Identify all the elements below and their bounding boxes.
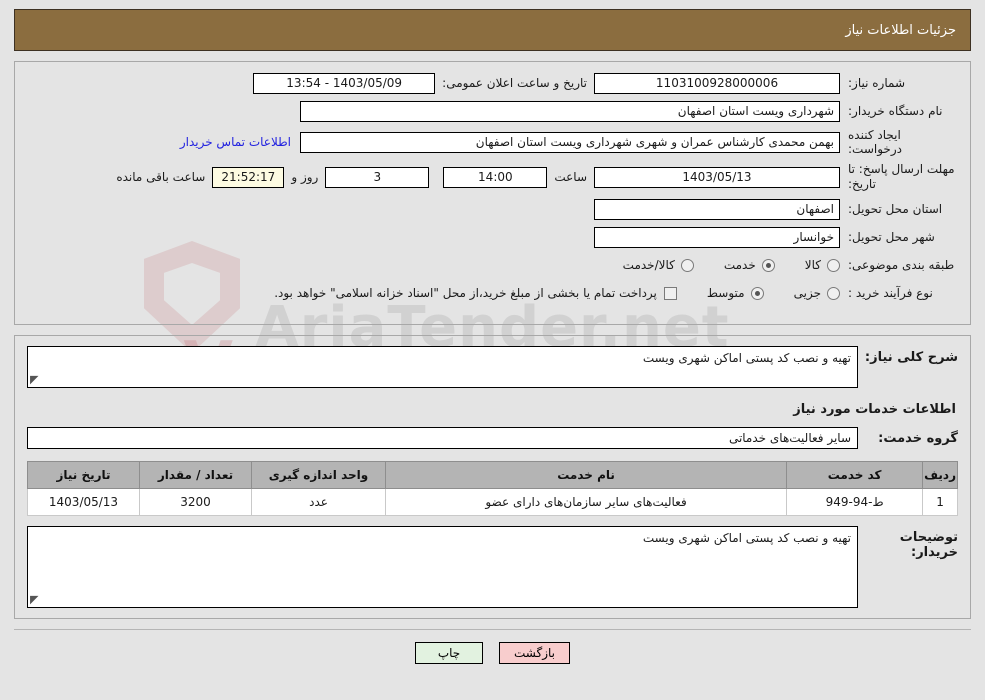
city-label: شهر محل تحویل: [848,230,935,244]
cell-need-date: 1403/05/13 [27,488,140,516]
footer-actions: بازگشت چاپ [14,629,971,664]
row-service-group: گروه خدمت: سایر فعالیت‌های خدماتی [27,427,958,449]
process-option-motavaset-label: متوسط [706,286,745,300]
table-row: 1 ط-94-949 فعالیت‌های سایر سازمان‌های دا… [27,488,958,516]
category-option-kala-khedmat-label: کالا/خدمت [622,258,675,272]
creator-label: ایجاد کننده درخواست: [848,128,902,156]
publish-date-value: 1403/05/09 - 13:54 [253,72,436,94]
remaining-hours-label: ساعت باقی مانده [116,170,206,184]
cell-unit: عدد [251,488,386,516]
print-button[interactable]: چاپ [415,642,483,664]
th-service-code: کد خدمت [786,461,924,489]
radio-icon[interactable] [827,258,840,272]
page-title: جزئیات اطلاعات نیاز [845,22,956,38]
remaining-days-label: روز و [291,170,319,184]
th-need-date: تاریخ نیاز [27,461,140,489]
summary-value: تهیه و نصب کد پستی اماکن شهری ویست [642,351,851,365]
row-deadline: مهلت ارسال پاسخ: تا تاریخ: 1403/05/13 سا… [27,162,958,192]
service-group-label: گروه خدمت: [878,430,958,446]
resize-grip-icon[interactable]: ◥ [30,373,42,386]
buyer-org-value: شهرداری ویست استان اصفهان [300,100,840,122]
radio-icon[interactable] [827,286,840,300]
city-value: خوانسار [594,226,840,248]
row-buyer-org: نام دستگاه خریدار: شهرداری ویست استان اص… [27,100,958,122]
summary-label: شرح کلی نیاز: [864,350,958,365]
deadline-time-value: 14:00 [443,166,548,188]
row-province: استان محل تحویل: اصفهان [27,198,958,220]
radio-icon[interactable] [761,258,775,272]
remaining-days-value: 3 [325,166,430,188]
creator-value: بهمن محمدی کارشناس عمران و شهری شهرداری … [300,131,840,153]
category-option-kala[interactable]: کالا [805,258,840,272]
row-city: شهر محل تحویل: خوانسار [27,226,958,248]
publish-date-label: تاریخ و ساعت اعلان عمومی: [442,76,587,90]
buyer-comments-textarea[interactable]: تهیه و نصب کد پستی اماکن شهری ویست ◥ [27,526,858,608]
category-option-kala-label: کالا [804,258,821,272]
buyer-comments-value: تهیه و نصب کد پستی اماکن شهری ویست [642,531,851,545]
deadline-hour-label: ساعت [554,170,587,184]
back-button[interactable]: بازگشت [499,642,570,664]
row-buyer-comments: توضیحات خریدار: تهیه و نصب کد پستی اماکن… [27,526,958,608]
process-option-jozei[interactable]: جزیی [794,286,840,300]
province-label: استان محل تحویل: [848,202,943,216]
category-label: طبقه بندی موضوعی: [848,258,955,272]
table-header-row: ردیف کد خدمت نام خدمت واحد اندازه گیری ت… [27,461,958,489]
category-option-kala-khedmat[interactable]: کالا/خدمت [623,258,694,272]
services-section-heading: اطلاعات خدمات مورد نیاز [793,402,956,417]
checkbox-icon[interactable] [663,286,677,300]
buyer-org-label: نام دستگاه خریدار: [848,104,943,118]
deadline-date-value: 1403/05/13 [594,166,840,188]
category-option-khedmat-label: خدمت [723,258,756,272]
row-process-type: نوع فرآیند خرید : جزیی متوسط پرداخت تمام… [27,282,958,304]
cell-service-code: ط-94-949 [786,488,924,516]
row-need-number: شماره نیاز: 1103100928000006 تاریخ و ساع… [27,72,958,94]
page-header-bar: جزئیات اطلاعات نیاز [14,9,971,51]
th-radif: ردیف [922,461,958,489]
cell-quantity: 3200 [139,488,252,516]
summary-textarea[interactable]: تهیه و نصب کد پستی اماکن شهری ویست ◥ [27,346,858,388]
province-value: اصفهان [594,198,840,220]
process-option-jozei-label: جزیی [793,286,821,300]
category-option-khedmat[interactable]: خدمت [724,258,775,272]
th-quantity: تعداد / مقدار [139,461,252,489]
row-summary: شرح کلی نیاز: تهیه و نصب کد پستی اماکن ش… [27,346,958,388]
treasury-checkbox-item[interactable]: پرداخت تمام یا بخشی از مبلغ خرید،از محل … [274,286,677,300]
radio-icon[interactable] [750,286,764,300]
buyer-contact-link[interactable]: اطلاعات تماس خریدار [171,135,300,149]
need-number-value: 1103100928000006 [594,72,840,94]
remaining-countdown-value: 21:52:17 [212,166,285,188]
resize-grip-icon[interactable]: ◥ [30,593,42,606]
process-type-label: نوع فرآیند خرید : [848,286,933,300]
need-details-panel: شرح کلی نیاز: تهیه و نصب کد پستی اماکن ش… [14,335,971,619]
service-group-value: سایر فعالیت‌های خدماتی [27,427,858,449]
cell-service-name: فعالیت‌های سایر سازمان‌های دارای عضو [384,488,788,516]
row-category: طبقه بندی موضوعی: کالا خدمت کالا/خدمت [27,254,958,276]
services-table: ردیف کد خدمت نام خدمت واحد اندازه گیری ت… [27,461,958,516]
category-radio-group: کالا خدمت کالا/خدمت [593,258,840,272]
treasury-note-label: پرداخت تمام یا بخشی از مبلغ خرید،از محل … [274,286,657,300]
th-unit: واحد اندازه گیری [251,461,386,489]
buyer-comments-label: توضیحات خریدار: [899,530,958,560]
page-root: جزئیات اطلاعات نیاز شماره نیاز: 11031009… [0,9,985,664]
cell-radif: 1 [922,488,958,516]
row-creator: ایجاد کننده درخواست: بهمن محمدی کارشناس … [27,128,958,156]
process-option-motavaset[interactable]: متوسط [707,286,764,300]
process-radio-group: جزیی متوسط پرداخت تمام یا بخشی از مبلغ خ… [244,286,840,300]
need-summary-panel: شماره نیاز: 1103100928000006 تاریخ و ساع… [14,61,971,325]
need-number-label: شماره نیاز: [848,76,905,90]
radio-icon[interactable] [680,258,694,272]
deadline-label: مهلت ارسال پاسخ: تا تاریخ: [848,162,955,191]
th-service-name: نام خدمت [384,461,788,489]
